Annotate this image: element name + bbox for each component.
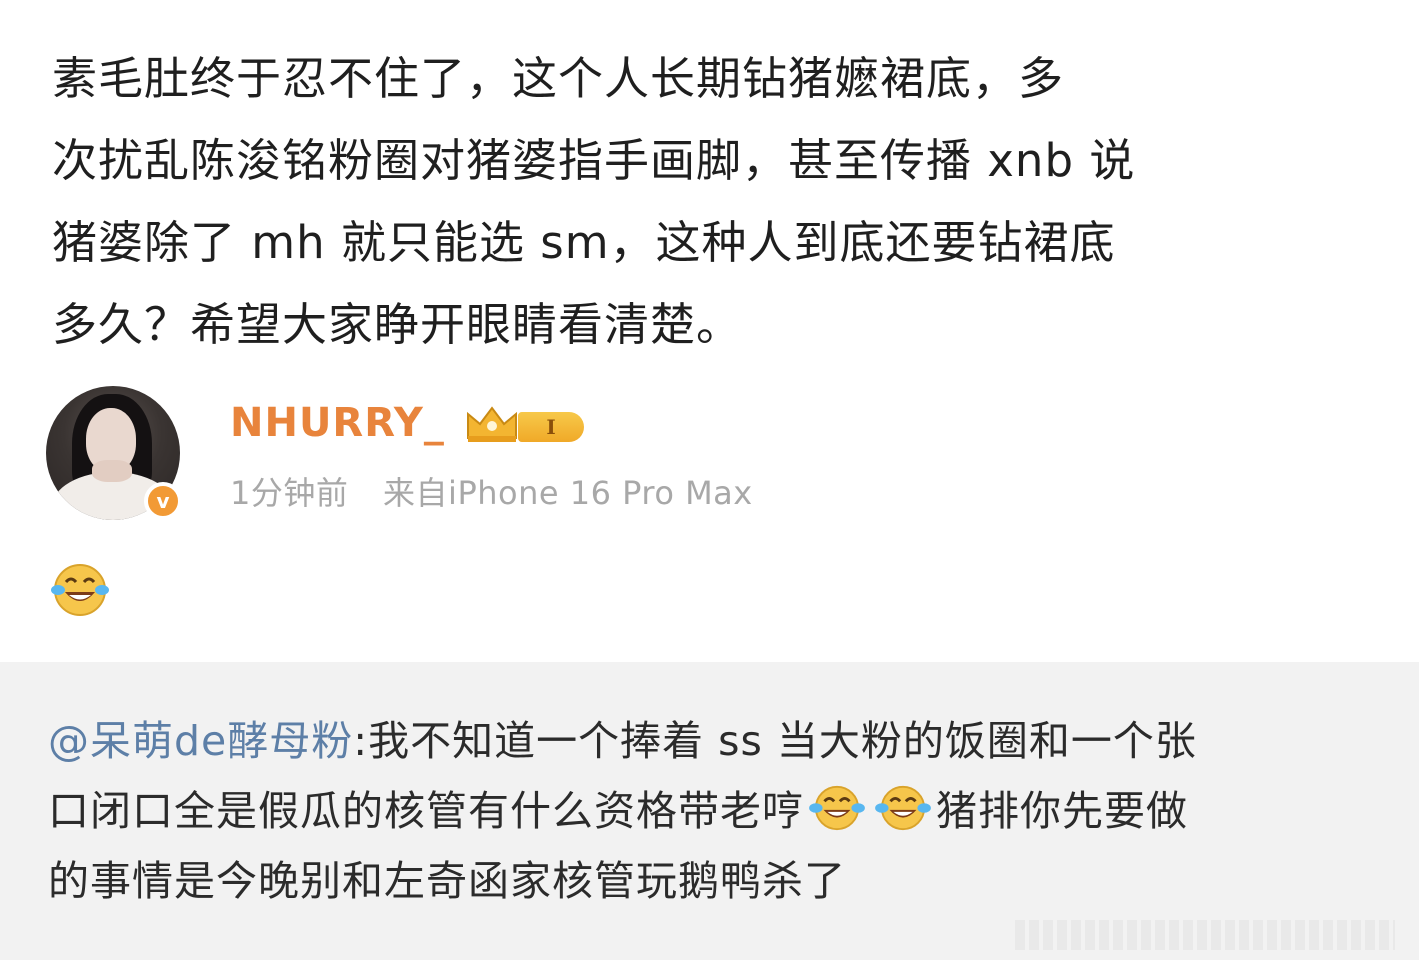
crown-icon: [467, 406, 517, 442]
post-meta: 1分钟前 来自iPhone 16 Pro Max: [230, 468, 753, 514]
post-text-line: 次扰乱陈浚铭粉圈对猪婆指手画脚，甚至传播 xnb 说: [52, 134, 1136, 187]
quote-text-segment: :我不知道一个捧着 ss 当大粉的饭圈和一个张: [353, 717, 1197, 765]
quote-text-segment: 猪排你先要做: [936, 787, 1188, 835]
author-row: v NHURRY_ I 1分钟前 来自iPhone 16 Pro Max: [46, 386, 946, 526]
post-source: 来自iPhone 16 Pro Max: [383, 474, 753, 512]
member-level-badge[interactable]: I: [464, 402, 594, 446]
quote-text-segment: 口闭口全是假瓜的核管有什么资格带老哼: [48, 787, 804, 835]
post-time: 1分钟前: [230, 474, 349, 512]
weibo-post-screenshot: 素毛肚终于忍不住了，这个人长期钻猪嬷裙底，多 次扰乱陈浚铭粉圈对猪婆指手画脚，甚…: [0, 0, 1419, 960]
post-text-line: 多久？希望大家睁开眼睛看清楚。: [52, 298, 743, 351]
laugh-cry-emoji-icon: [875, 785, 931, 831]
verified-v-icon: v: [144, 482, 182, 520]
quote-line: 口闭口全是假瓜的核管有什么资格带老哼 猪排你先要做: [48, 776, 1378, 846]
laugh-cry-emoji-icon: [809, 785, 865, 831]
avatar-hands: [92, 460, 132, 482]
quoted-reply-box[interactable]: @呆萌de酵母粉:我不知道一个捧着 ss 当大粉的饭圈和一个张 口闭口全是假瓜的…: [0, 662, 1419, 960]
quoted-reply-text: @呆萌de酵母粉:我不知道一个捧着 ss 当大粉的饭圈和一个张 口闭口全是假瓜的…: [48, 706, 1378, 916]
user-mention-link[interactable]: @呆萌de酵母粉: [48, 717, 353, 765]
level-pill: I: [518, 412, 584, 442]
post-text-line: 素毛肚终于忍不住了，这个人长期钻猪嬷裙底，多: [52, 52, 1065, 105]
watermark: [1015, 920, 1395, 950]
quote-line: 的事情是今晚别和左奇函家核管玩鹅鸭杀了: [48, 857, 846, 905]
username[interactable]: NHURRY_: [230, 400, 445, 446]
post-text: 素毛肚终于忍不住了，这个人长期钻猪嬷裙底，多 次扰乱陈浚铭粉圈对猪婆指手画脚，甚…: [52, 38, 1382, 366]
quote-line: @呆萌de酵母粉:我不知道一个捧着 ss 当大粉的饭圈和一个张: [48, 706, 1378, 776]
laugh-cry-emoji-icon: [51, 564, 109, 616]
post-text-line: 猪婆除了 mh 就只能选 sm，这种人到底还要钻裙底: [52, 216, 1116, 269]
